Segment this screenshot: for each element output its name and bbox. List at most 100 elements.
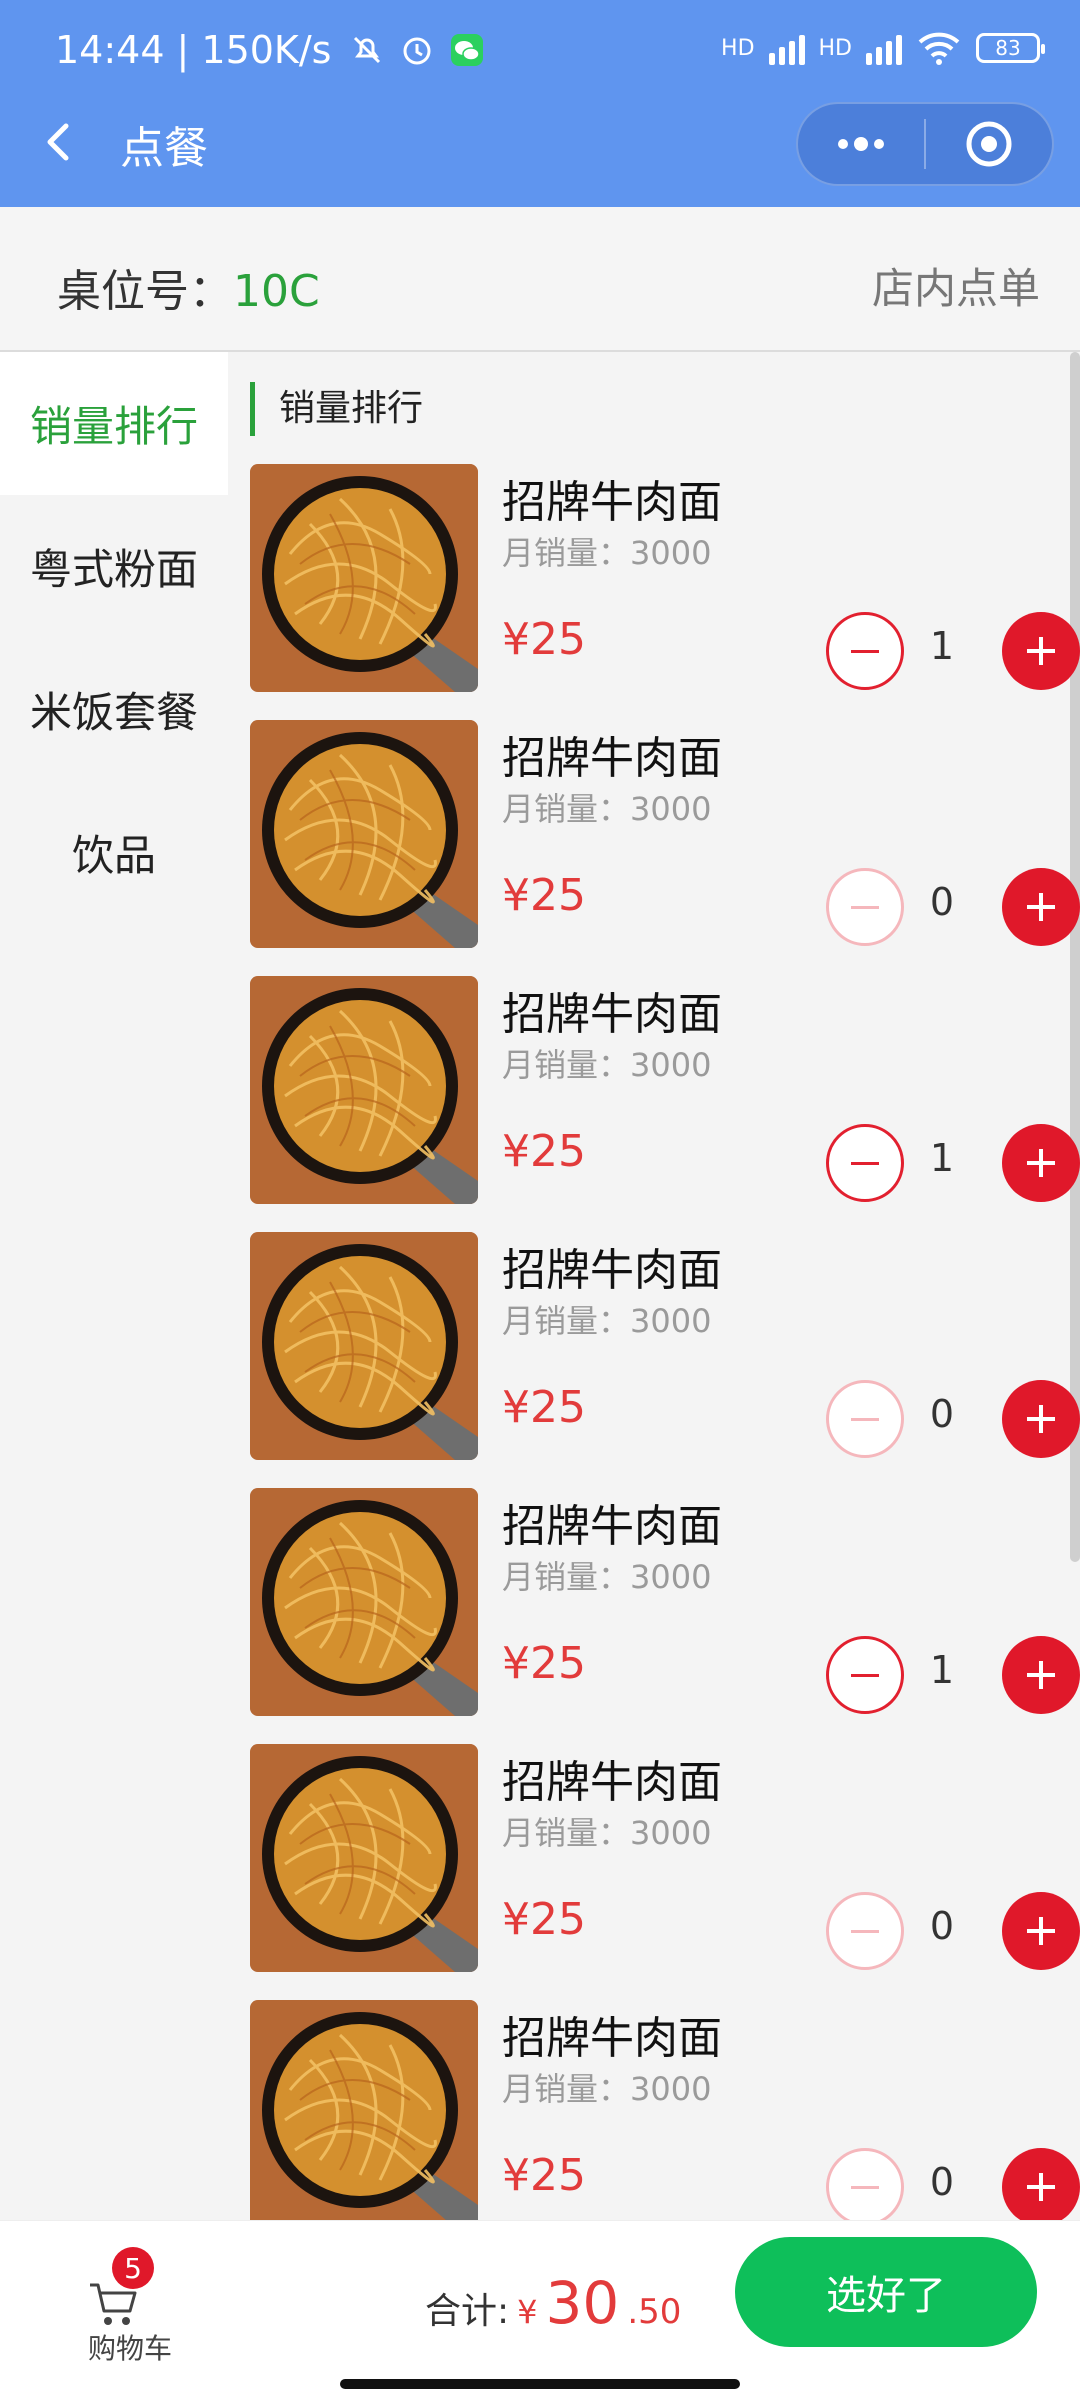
decrease-button[interactable] [826, 1124, 904, 1202]
dish-name: 招牌牛肉面 [502, 989, 722, 1040]
hd-label-2: HD [818, 35, 852, 61]
cart-label: 购物车 [87, 2332, 172, 2365]
minus-icon [851, 1673, 879, 1677]
quantity-value: 0 [929, 1904, 955, 1948]
category-sales-rank[interactable]: 销量排行 [0, 352, 228, 495]
menu-item[interactable]: 招牌牛肉面 月销量：3000 ¥25 1 [250, 1488, 1080, 1716]
minus-icon [851, 905, 879, 909]
battery-icon: 83 [976, 33, 1045, 63]
target-icon [966, 121, 1012, 167]
dish-monthly-sales: 月销量：3000 [502, 1814, 712, 1852]
minus-icon [851, 1929, 879, 1933]
wechat-icon [451, 34, 484, 66]
menu-content: 销量排行 招牌牛肉面 月销量：3000 ¥25 1 招牌牛肉面 月销量：3000… [228, 352, 1080, 2220]
decrease-button[interactable] [826, 1636, 904, 1714]
decrease-button[interactable] [826, 2148, 904, 2220]
section-title: 销量排行 [250, 382, 423, 436]
minus-icon [851, 1417, 879, 1421]
dish-monthly-sales: 月销量：3000 [502, 1046, 712, 1084]
menu-item[interactable]: 招牌牛肉面 月销量：3000 ¥25 1 [250, 464, 1080, 692]
category-rice-sets[interactable]: 米饭套餐 [0, 638, 228, 781]
minus-icon [851, 2185, 879, 2189]
dish-monthly-sales: 月销量：3000 [502, 1302, 712, 1340]
close-miniprogram-button[interactable] [926, 104, 1052, 184]
dish-name: 招牌牛肉面 [502, 1501, 722, 1552]
alarm-icon [403, 37, 431, 65]
menu-item[interactable]: 招牌牛肉面 月销量：3000 ¥25 0 [250, 1744, 1080, 1972]
category-cantonese-noodles[interactable]: 粤式粉面 [0, 495, 228, 638]
menu-item[interactable]: 招牌牛肉面 月销量：3000 ¥25 0 [250, 720, 1080, 948]
page-title: 点餐 [120, 123, 208, 174]
more-button[interactable] [798, 104, 924, 184]
dish-price: ¥25 [502, 1382, 586, 1433]
dish-image[interactable] [250, 1232, 478, 1460]
quantity-value: 1 [929, 1136, 955, 1180]
menu-item[interactable]: 招牌牛肉面 月销量：3000 ¥25 0 [250, 2000, 1080, 2220]
wifi-icon [918, 32, 960, 65]
increase-button[interactable] [1002, 1636, 1080, 1714]
confirm-button[interactable]: 选好了 [735, 2237, 1037, 2347]
back-icon[interactable] [30, 112, 90, 172]
decrease-button[interactable] [826, 1380, 904, 1458]
dish-price: ¥25 [502, 614, 586, 665]
dish-image[interactable] [250, 976, 478, 1204]
increase-button[interactable] [1002, 868, 1080, 946]
status-bar: 14:44 | 150K/s HD HD 83 [0, 0, 1080, 100]
checkout-bar: 5 购物车 合计: ¥ 30.50 选好了 [0, 2220, 1080, 2400]
dish-price: ¥25 [502, 1126, 586, 1177]
dish-monthly-sales: 月销量：3000 [502, 2070, 712, 2108]
total-decimal: .50 [627, 2292, 682, 2332]
dish-image[interactable] [250, 464, 478, 692]
dish-name: 招牌牛肉面 [502, 1757, 722, 1808]
increase-button[interactable] [1002, 1380, 1080, 1458]
dish-image[interactable] [250, 2000, 478, 2220]
scrollbar[interactable] [1070, 352, 1080, 1562]
cart-button[interactable]: 5 购物车 [60, 2245, 200, 2365]
category-sidebar: 销量排行 粤式粉面 米饭套餐 饮品 [0, 352, 228, 2220]
dish-name: 招牌牛肉面 [502, 733, 722, 784]
dish-monthly-sales: 月销量：3000 [502, 790, 712, 828]
total-currency: ¥ [517, 2293, 538, 2331]
mute-icon [354, 36, 381, 64]
menu-item[interactable]: 招牌牛肉面 月销量：3000 ¥25 0 [250, 1232, 1080, 1460]
home-indicator[interactable] [340, 2379, 740, 2389]
decrease-button[interactable] [826, 1892, 904, 1970]
dish-image[interactable] [250, 1744, 478, 1972]
total-amount: 合计: ¥ 30.50 [425, 2269, 681, 2337]
status-time: 14:44 [55, 28, 165, 72]
quantity-value: 1 [929, 1648, 955, 1692]
order-mode: 店内点单 [871, 264, 1040, 313]
quantity-value: 1 [929, 624, 955, 668]
nav-bar: 点餐 [0, 100, 1080, 207]
quantity-value: 0 [929, 2160, 955, 2204]
dish-monthly-sales: 月销量：3000 [502, 534, 712, 572]
increase-button[interactable] [1002, 1892, 1080, 1970]
category-drinks[interactable]: 饮品 [0, 781, 228, 924]
dish-price: ¥25 [502, 1894, 586, 1945]
dish-image[interactable] [250, 1488, 478, 1716]
dish-price: ¥25 [502, 2150, 586, 2201]
quantity-value: 0 [929, 880, 955, 924]
network-speed: | 150K/s [176, 28, 332, 72]
table-number: 桌位号：10C [57, 255, 320, 319]
decrease-button[interactable] [826, 868, 904, 946]
status-left: 14:44 | 150K/s [55, 28, 485, 72]
dish-price: ¥25 [502, 1638, 586, 1689]
dish-name: 招牌牛肉面 [502, 2013, 722, 2064]
dish-image[interactable] [250, 720, 478, 948]
minus-icon [851, 649, 879, 653]
status-icons [349, 32, 485, 68]
signal-icon-2 [866, 31, 902, 65]
mini-program-capsule [796, 102, 1054, 186]
table-label: 桌位号： [57, 266, 233, 317]
decrease-button[interactable] [826, 612, 904, 690]
hd-label: HD [721, 35, 755, 61]
dish-name: 招牌牛肉面 [502, 1245, 722, 1296]
increase-button[interactable] [1002, 612, 1080, 690]
total-label: 合计: [425, 2291, 510, 2332]
table-number-value: 10C [233, 266, 320, 317]
increase-button[interactable] [1002, 1124, 1080, 1202]
menu-item[interactable]: 招牌牛肉面 月销量：3000 ¥25 1 [250, 976, 1080, 1204]
cart-count-badge: 5 [112, 2247, 154, 2289]
increase-button[interactable] [1002, 2148, 1080, 2220]
